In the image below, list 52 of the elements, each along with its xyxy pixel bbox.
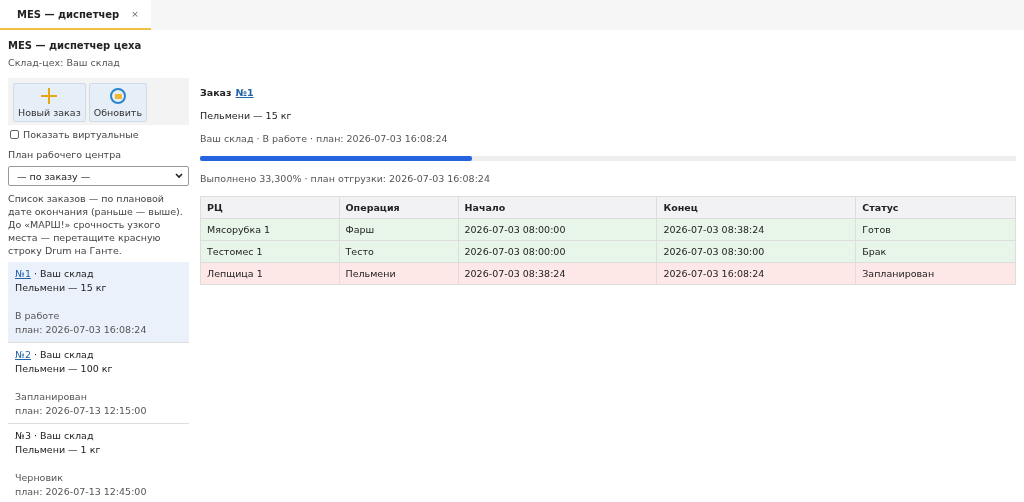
- checkbox[interactable]: [10, 130, 19, 139]
- page-subtitle: Склад-цех: Ваш склад: [8, 57, 121, 68]
- close-icon[interactable]: ×: [131, 9, 139, 19]
- order-status: В работе: [15, 309, 61, 323]
- refresh-button[interactable]: Обновить: [88, 83, 147, 122]
- table-cell: Мясорубка 1: [200, 218, 340, 241]
- column-header: Статус: [855, 196, 1016, 219]
- detail-product: Пельмени — 15 кг: [200, 110, 293, 121]
- hint-text: Список заказов — по плановой дате окончания (раньше — выше). До «МАРШ!» срочность узкого места — перетащите красную строку Drum на Ганте.: [8, 192, 184, 257]
- order-link[interactable]: №2: [15, 348, 31, 362]
- table-cell: 2026-07-03 08:38:24: [458, 262, 657, 285]
- table-cell: Тестомес 1: [200, 240, 340, 263]
- order-product: Пельмени — 1 кг: [15, 443, 102, 457]
- detail-title: Заказ: [200, 87, 232, 98]
- order-warehouse: · Ваш склад: [33, 348, 94, 362]
- table-cell: 2026-07-03 08:00:00: [458, 240, 657, 263]
- order-link[interactable]: №1: [15, 267, 31, 281]
- tab[interactable]: MES — диспетчер ×: [0, 0, 151, 30]
- refresh-icon: [108, 87, 127, 105]
- plus-icon: [40, 87, 59, 105]
- table-cell: 2026-07-03 16:08:24: [656, 262, 856, 285]
- order-warehouse: · Ваш склад: [33, 429, 94, 443]
- detail-meta: Ваш склад · В работе · план: 2026-07-03 16:08:24: [200, 133, 449, 144]
- new-order-button[interactable]: Новый заказ: [13, 83, 86, 122]
- table-cell: Лепщица 1: [200, 262, 340, 285]
- table-cell: 2026-07-03 08:00:00: [458, 218, 657, 241]
- checkbox-label: Показать виртуальные: [23, 129, 139, 140]
- table-cell: 2026-07-03 08:38:24: [656, 218, 856, 241]
- table-cell: 2026-07-03 08:30:00: [656, 240, 856, 263]
- table-cell: Запланирован: [855, 262, 1016, 285]
- order-plan: план: 2026-07-13 12:15:00: [15, 404, 148, 418]
- order-product: Пельмени — 15 кг: [15, 281, 108, 295]
- column-header: РЦ: [200, 196, 340, 219]
- order-plan: план: 2026-07-03 16:08:24: [15, 323, 148, 337]
- plan-select[interactable]: — по заказу —: [8, 166, 189, 186]
- page-title: MES — диспетчер цеха: [8, 40, 143, 51]
- progress-text: Выполнено 33,300% · план отгрузки: 2026-07-03 16:08:24: [200, 173, 491, 184]
- order-product: Пельмени — 100 кг: [15, 362, 114, 376]
- order-plan: план: 2026-07-13 12:45:00: [15, 485, 148, 499]
- column-header: Начало: [458, 196, 657, 219]
- order-link[interactable]: №1: [235, 87, 254, 98]
- table-cell: Брак: [855, 240, 1016, 263]
- order-number: №3: [15, 429, 31, 443]
- order-status: Запланирован: [15, 390, 88, 404]
- chevron-down-icon: [175, 173, 183, 179]
- order-warehouse: · Ваш склад: [33, 267, 94, 281]
- column-header: Операция: [339, 196, 459, 219]
- table-cell: Готов: [855, 218, 1016, 241]
- order-item[interactable]: №1 · Ваш склад Пельмени — 15 кг В работе план: 2026-07-03 16:08:24: [8, 262, 189, 343]
- column-header: Конец: [656, 196, 856, 219]
- order-status: Черновик: [15, 471, 64, 485]
- select-label: План рабочего центра: [8, 149, 122, 160]
